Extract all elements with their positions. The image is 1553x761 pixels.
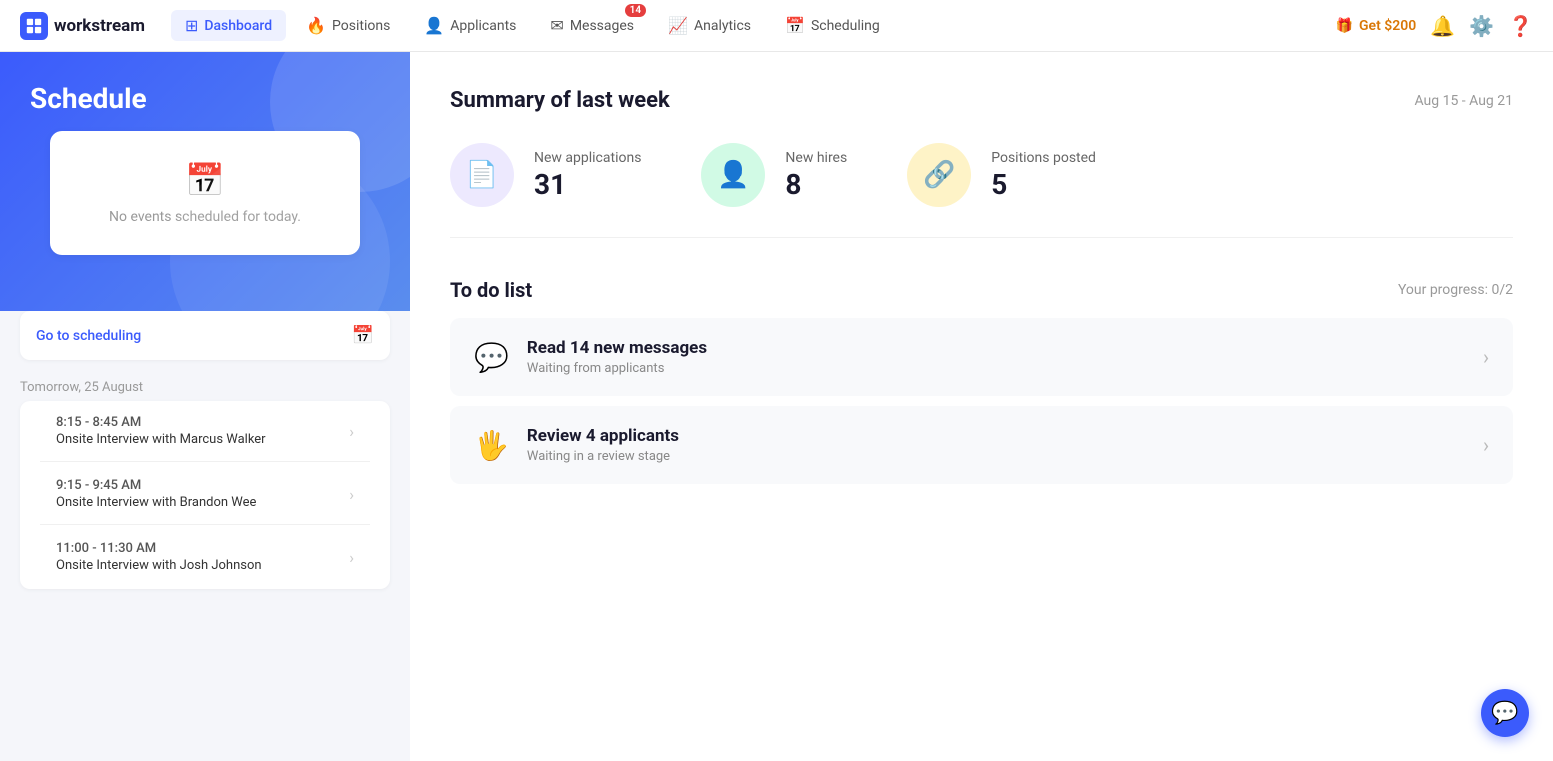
main-content: Summary of last week Aug 15 - Aug 21 📄 N… — [410, 52, 1553, 761]
nav-applicants-label: Applicants — [450, 18, 516, 34]
event-2-chevron: › — [349, 548, 354, 567]
scheduling-calendar-icon: 📅 — [352, 325, 374, 346]
logo-text: workstream — [54, 16, 145, 36]
get-reward-label: Get $200 — [1359, 18, 1416, 34]
nav-left: workstream ⊞ Dashboard 🔥 Positions 👤 App… — [20, 10, 894, 41]
todo-progress: Your progress: 0/2 — [1398, 282, 1513, 298]
stat-applications: 📄 New applications 31 — [450, 143, 641, 207]
todo-item-messages[interactable]: 💬 Read 14 new messages Waiting from appl… — [450, 318, 1513, 396]
gift-icon: 🎁 — [1336, 18, 1353, 34]
event-1-info: 9:15 - 9:45 AM Onsite Interview with Bra… — [56, 478, 256, 510]
nav-scheduling-label: Scheduling — [811, 18, 880, 34]
positions-icon-circle: 🔗 — [907, 143, 971, 207]
go-to-scheduling-button[interactable]: Go to scheduling 📅 — [20, 311, 390, 360]
schedule-title: Schedule — [30, 82, 380, 115]
todo-messages-chevron: › — [1483, 345, 1489, 369]
positions-stat-icon: 🔗 — [923, 160, 955, 190]
todo-applicants-chevron: › — [1483, 433, 1489, 457]
gear-icon[interactable]: ⚙️ — [1469, 14, 1494, 38]
help-icon[interactable]: ❓ — [1508, 14, 1533, 38]
positions-stat-value: 5 — [991, 168, 1096, 201]
todo-messages-title: Read 14 new messages — [527, 338, 1465, 358]
event-2-info: 11:00 - 11:30 AM Onsite Interview with J… — [56, 541, 262, 573]
no-events-text: No events scheduled for today. — [109, 209, 301, 225]
dashboard-icon: ⊞ — [185, 16, 198, 35]
nav-dashboard[interactable]: ⊞ Dashboard — [171, 10, 286, 41]
nav-positions[interactable]: 🔥 Positions — [292, 10, 404, 41]
scheduling-icon: 📅 — [785, 16, 805, 35]
todo-applicants-subtitle: Waiting in a review stage — [527, 449, 1465, 464]
event-0-info: 8:15 - 8:45 AM Onsite Interview with Mar… — [56, 415, 266, 447]
chat-icon: 💬 — [1491, 701, 1518, 726]
todo-messages-icon: 💬 — [474, 341, 509, 374]
todo-messages-subtitle: Waiting from applicants — [527, 361, 1465, 376]
hires-icon-circle: 👤 — [701, 143, 765, 207]
summary-title: Summary of last week — [450, 88, 670, 113]
event-0[interactable]: 8:15 - 8:45 AM Onsite Interview with Mar… — [40, 401, 370, 462]
hires-value: 8 — [785, 168, 847, 201]
events-list: 8:15 - 8:45 AM Onsite Interview with Mar… — [20, 401, 390, 589]
todo-applicants-content: Review 4 applicants Waiting in a review … — [527, 426, 1465, 464]
event-1-time: 9:15 - 9:45 AM — [56, 478, 256, 493]
event-2[interactable]: 11:00 - 11:30 AM Onsite Interview with J… — [40, 527, 370, 587]
summary-header: Summary of last week Aug 15 - Aug 21 — [450, 88, 1513, 113]
main-layout: Schedule 📅 No events scheduled for today… — [0, 52, 1553, 761]
nav-right: 🎁 Get $200 🔔 ⚙️ ❓ — [1336, 14, 1533, 38]
todo-messages-content: Read 14 new messages Waiting from applic… — [527, 338, 1465, 376]
stats-row: 📄 New applications 31 👤 New hires 8 — [450, 143, 1513, 238]
positions-icon: 🔥 — [306, 16, 326, 35]
nav-positions-label: Positions — [332, 18, 390, 34]
get-reward-button[interactable]: 🎁 Get $200 — [1336, 18, 1417, 34]
positions-details: Positions posted 5 — [991, 150, 1096, 201]
analytics-icon: 📈 — [668, 16, 688, 35]
stat-hires: 👤 New hires 8 — [701, 143, 847, 207]
top-navigation: workstream ⊞ Dashboard 🔥 Positions 👤 App… — [0, 0, 1553, 52]
positions-stat-label: Positions posted — [991, 150, 1096, 166]
hires-details: New hires 8 — [785, 150, 847, 201]
event-2-name: Onsite Interview with Josh Johnson — [56, 558, 262, 573]
logo-mark — [20, 12, 48, 40]
tomorrow-label: Tomorrow, 25 August — [0, 370, 410, 401]
nav-analytics-label: Analytics — [694, 18, 751, 34]
go-to-scheduling-label: Go to scheduling — [36, 328, 141, 344]
summary-date: Aug 15 - Aug 21 — [1414, 93, 1513, 109]
event-1-chevron: › — [349, 485, 354, 504]
nav-messages-label: Messages — [570, 18, 634, 34]
messages-badge: 14 — [625, 4, 646, 17]
nav-scheduling[interactable]: 📅 Scheduling — [771, 10, 894, 41]
no-events-card: 📅 No events scheduled for today. — [50, 131, 360, 255]
nav-applicants[interactable]: 👤 Applicants — [410, 10, 530, 41]
schedule-header: Schedule 📅 No events scheduled for today… — [0, 52, 410, 311]
event-1-name: Onsite Interview with Brandon Wee — [56, 495, 256, 510]
event-2-time: 11:00 - 11:30 AM — [56, 541, 262, 556]
nav-messages[interactable]: ✉ Messages 14 — [536, 10, 648, 41]
calendar-icon: 📅 — [185, 161, 225, 199]
applications-details: New applications 31 — [534, 150, 641, 201]
event-1[interactable]: 9:15 - 9:45 AM Onsite Interview with Bra… — [40, 464, 370, 525]
event-0-name: Onsite Interview with Marcus Walker — [56, 432, 266, 447]
applications-icon: 📄 — [466, 160, 498, 190]
todo-applicants-icon: 🖐️ — [474, 429, 509, 462]
applications-value: 31 — [534, 168, 641, 201]
event-0-time: 8:15 - 8:45 AM — [56, 415, 266, 430]
applicants-icon: 👤 — [424, 16, 444, 35]
sidebar: Schedule 📅 No events scheduled for today… — [0, 52, 410, 761]
logo[interactable]: workstream — [20, 12, 145, 40]
bell-icon[interactable]: 🔔 — [1430, 14, 1455, 38]
applications-label: New applications — [534, 150, 641, 166]
nav-analytics[interactable]: 📈 Analytics — [654, 10, 765, 41]
chat-bubble-button[interactable]: 💬 — [1481, 689, 1529, 737]
todo-header: To do list Your progress: 0/2 — [450, 278, 1513, 302]
todo-item-applicants[interactable]: 🖐️ Review 4 applicants Waiting in a revi… — [450, 406, 1513, 484]
todo-title: To do list — [450, 278, 532, 302]
hires-label: New hires — [785, 150, 847, 166]
nav-dashboard-label: Dashboard — [204, 18, 272, 34]
messages-icon: ✉ — [550, 16, 563, 35]
todo-applicants-title: Review 4 applicants — [527, 426, 1465, 446]
event-0-chevron: › — [349, 422, 354, 441]
applications-icon-circle: 📄 — [450, 143, 514, 207]
hires-icon: 👤 — [717, 160, 749, 190]
stat-positions: 🔗 Positions posted 5 — [907, 143, 1096, 207]
